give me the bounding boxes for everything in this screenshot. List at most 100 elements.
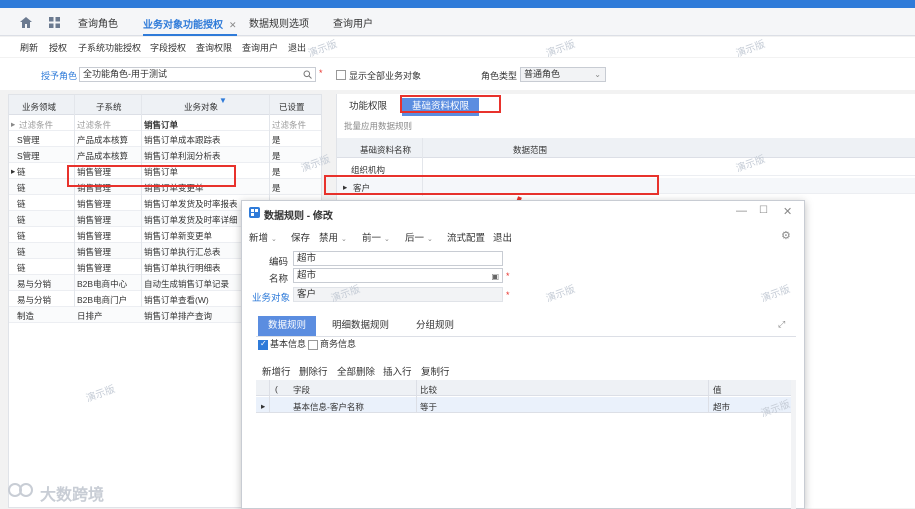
scrollbar[interactable]	[791, 380, 796, 509]
value-cell[interactable]: 超市	[713, 401, 730, 413]
subsystem-cell: 销售管理	[77, 247, 112, 257]
maximize-icon[interactable]: ☐	[759, 205, 768, 216]
filter-cell[interactable]: 销售订单	[144, 119, 178, 131]
search-icon[interactable]	[303, 70, 312, 83]
chevron-down-icon: ⌄	[341, 236, 347, 243]
row-pointer-icon: ▸	[11, 166, 16, 176]
disable-button[interactable]: 禁用 ⌄	[319, 230, 347, 244]
add-row-button[interactable]: 新增行	[262, 364, 291, 378]
close-icon[interactable]: ✕	[783, 205, 792, 218]
refresh-button[interactable]: 刷新	[20, 41, 38, 54]
business-domain-cell: 链	[17, 247, 26, 257]
show-all-label: 显示全部业务对象	[349, 71, 422, 81]
filter-cell[interactable]: 过滤条件	[19, 119, 53, 131]
home-icon[interactable]	[20, 17, 32, 30]
filter-row: 授予角色 全功能角色-用于测试 * 显示全部业务对象 角色类型 普通角色 ⌄	[0, 58, 915, 90]
business-domain-cell: 链	[17, 263, 26, 273]
divider	[74, 95, 75, 307]
delete-all-button[interactable]: 全部删除	[337, 364, 375, 378]
filter-icon[interactable]: ▼	[219, 96, 227, 105]
business-domain-cell: 链	[17, 215, 26, 225]
subsystem-cell: B2B电商中心	[77, 279, 128, 289]
is-set-cell: 是	[272, 151, 281, 161]
prev-button[interactable]: 前一 ⌄	[362, 230, 390, 244]
tab-group-rule[interactable]: 分组规则	[406, 316, 464, 336]
expand-icon[interactable]: ⤢	[778, 319, 785, 330]
name-label: 名称	[268, 274, 288, 285]
col-data-scope[interactable]: 数据范围	[513, 144, 547, 156]
apps-grid-icon[interactable]	[49, 17, 60, 30]
tab-detail-data-rule[interactable]: 明细数据规则	[322, 316, 399, 336]
tab-label: 数据规则选项	[249, 19, 309, 30]
divider	[708, 380, 709, 413]
col-compare[interactable]: 比较	[420, 384, 437, 396]
col-subsystem[interactable]: 子系统	[96, 101, 122, 113]
exit-button[interactable]: 退出	[493, 230, 512, 244]
subsystem-cell: 销售管理	[77, 263, 112, 273]
checkbox-label: 基本信息	[270, 339, 307, 349]
required-marker: *	[506, 271, 510, 281]
chevron-down-icon: ⌄	[384, 236, 390, 243]
query-user-button[interactable]: 查询用户	[242, 41, 278, 54]
settings-icon[interactable]: ⚙	[781, 229, 791, 242]
delete-row-button[interactable]: 删除行	[299, 364, 328, 378]
grant-role-input[interactable]: 全功能角色-用于测试	[79, 67, 316, 82]
table-row[interactable]: ▸ 基本信息-客户名称 等于 超市	[256, 397, 796, 413]
name-input[interactable]: 超市 ▣	[293, 268, 503, 283]
modal-title: 数据规则 - 修改	[264, 211, 333, 222]
subsystem-cell: 销售管理	[77, 215, 112, 225]
col-basic-data-name[interactable]: 基础资料名称	[360, 144, 411, 156]
basic-info-checkbox[interactable]: 基本信息	[258, 337, 306, 350]
divider	[269, 380, 270, 413]
tab-query-user[interactable]: 查询用户	[333, 16, 373, 36]
tab-business-object-auth[interactable]: 业务对象功能授权 ✕	[143, 16, 237, 36]
subsystem-cell: 日排产	[77, 311, 103, 321]
query-permission-button[interactable]: 查询权限	[196, 41, 232, 54]
exit-button[interactable]: 退出	[288, 41, 306, 54]
tab-data-rule-options[interactable]: 数据规则选项	[249, 16, 309, 36]
flow-config-button[interactable]: 流式配置	[447, 230, 485, 244]
business-domain-cell: 易与分销	[17, 279, 52, 289]
filter-cell[interactable]: 过滤条件	[77, 119, 111, 131]
row-pointer-icon: ▸	[261, 401, 266, 411]
tab-bar: 查询角色 业务对象功能授权 ✕ 数据规则选项 查询用户	[0, 8, 915, 36]
batch-apply-link[interactable]: 批量应用数据规则	[344, 120, 412, 132]
col-business-object[interactable]: 业务对象	[184, 101, 218, 113]
role-type-select[interactable]: 普通角色 ⌄	[520, 67, 606, 82]
field-auth-button[interactable]: 字段授权	[150, 41, 186, 54]
business-info-checkbox[interactable]: 商务信息	[308, 337, 356, 350]
col-business-domain[interactable]: 业务领域	[22, 101, 56, 113]
new-button[interactable]: 新增 ⌄	[249, 230, 277, 244]
col-value[interactable]: 值	[713, 384, 722, 396]
compare-cell[interactable]: 等于	[420, 401, 437, 413]
minimize-icon[interactable]: —	[736, 205, 747, 217]
tab-query-role[interactable]: 查询角色	[78, 16, 118, 36]
col-field[interactable]: 字段	[293, 384, 310, 396]
tab-data-rule[interactable]: 数据规则	[258, 316, 317, 336]
table-row[interactable]: S管理 产品成本核算 销售订单利润分析表 是	[9, 147, 321, 163]
filter-cell[interactable]: 过滤条件	[272, 119, 306, 131]
field-cell[interactable]: 基本信息-客户名称	[293, 401, 364, 413]
next-button[interactable]: 后一 ⌄	[405, 230, 433, 244]
rule-grid-header: ( 字段 比较 值	[256, 380, 796, 396]
show-all-checkbox[interactable]	[336, 70, 346, 80]
subsystem-auth-button[interactable]: 子系统功能授权	[78, 41, 141, 54]
save-button[interactable]: 保存	[291, 230, 310, 244]
table-row[interactable]: S管理 产品成本核算 销售订单成本跟踪表 是	[9, 131, 321, 147]
business-object-cell: 销售订单成本跟踪表	[144, 135, 221, 145]
tab-function-permission[interactable]: 功能权限	[339, 98, 397, 116]
grant-button[interactable]: 授权	[49, 41, 67, 54]
code-input[interactable]: 超市	[293, 251, 503, 266]
insert-row-button[interactable]: 插入行	[383, 364, 412, 378]
col-is-set[interactable]: 已设置	[279, 101, 305, 113]
col-paren[interactable]: (	[275, 384, 278, 394]
tab-label: 业务对象功能授权	[143, 20, 223, 31]
multilang-icon[interactable]: ▣	[491, 270, 499, 283]
close-icon[interactable]: ✕	[229, 20, 237, 30]
copy-row-button[interactable]: 复制行	[421, 364, 450, 378]
business-object-cell: 销售订单利润分析表	[144, 151, 221, 161]
grid-header: 业务领域 子系统 业务对象 ▼ 已设置	[9, 95, 321, 115]
brand-logo: 大数跨境	[8, 479, 104, 504]
table-row[interactable]: 组织机构	[337, 160, 915, 176]
business-object-input[interactable]: 客户	[293, 287, 503, 302]
